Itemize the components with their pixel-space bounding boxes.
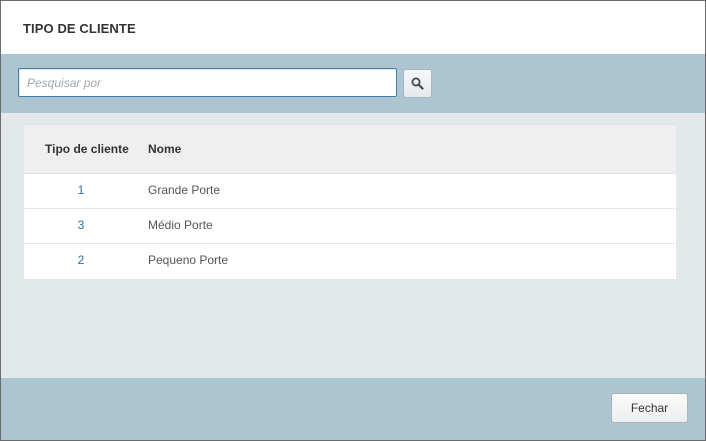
row-name: Grande Porte bbox=[148, 183, 221, 197]
column-header-tipo-de-cliente[interactable]: Tipo de cliente bbox=[45, 142, 129, 156]
row-name: Médio Porte bbox=[148, 218, 213, 232]
row-code[interactable]: 3 bbox=[24, 218, 138, 232]
dialog-header: TIPO DE CLIENTE bbox=[1, 1, 705, 54]
search-button[interactable] bbox=[403, 69, 432, 98]
table-row[interactable]: 3 Médio Porte bbox=[24, 208, 676, 244]
table-header: Tipo de cliente Nome bbox=[24, 125, 676, 174]
table-row[interactable]: 1 Grande Porte bbox=[24, 173, 676, 209]
search-icon bbox=[411, 77, 424, 90]
search-bar bbox=[1, 54, 705, 113]
table-row[interactable]: 2 Pequeno Porte bbox=[24, 243, 676, 278]
tipo-de-cliente-dialog: TIPO DE CLIENTE Tipo de cliente Nome 1 G… bbox=[0, 0, 706, 441]
row-code[interactable]: 1 bbox=[24, 183, 138, 197]
column-header-nome[interactable]: Nome bbox=[148, 142, 181, 156]
search-input[interactable] bbox=[18, 68, 397, 97]
client-type-table: Tipo de cliente Nome 1 Grande Porte 3 Mé… bbox=[23, 124, 677, 280]
row-name: Pequeno Porte bbox=[148, 253, 229, 267]
close-button[interactable]: Fechar bbox=[611, 393, 688, 423]
dialog-title: TIPO DE CLIENTE bbox=[23, 21, 136, 36]
dialog-footer: Fechar bbox=[1, 378, 705, 440]
row-code[interactable]: 2 bbox=[24, 253, 138, 267]
